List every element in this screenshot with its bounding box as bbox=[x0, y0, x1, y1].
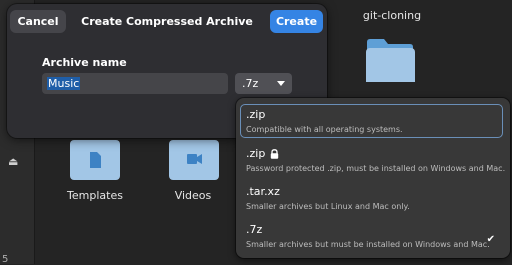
dialog-title: Create Compressed Archive bbox=[81, 15, 253, 28]
folder-icon bbox=[169, 140, 219, 180]
format-popover: .zip Compatible with all operating syste… bbox=[236, 98, 510, 258]
folder-icon bbox=[366, 39, 415, 82]
format-option-description: Compatible with all operating systems. bbox=[246, 125, 403, 134]
archive-name-label: Archive name bbox=[42, 56, 127, 69]
format-option-zip-encrypted[interactable]: .zip Password protected .zip, must be in… bbox=[240, 143, 506, 177]
format-option-description: Password protected .zip, must be install… bbox=[246, 164, 506, 173]
format-selected-label: .7z bbox=[242, 77, 259, 90]
format-option-zip[interactable]: .zip Compatible with all operating syste… bbox=[240, 104, 503, 138]
file-item-label: git-cloning bbox=[362, 9, 422, 22]
format-option-description: Smaller archives but must be installed o… bbox=[246, 240, 490, 249]
partial-sidebar-text: 5 bbox=[2, 254, 9, 265]
chevron-down-icon bbox=[277, 81, 285, 86]
format-option-tar-xz[interactable]: .tar.xz Smaller archives but Linux and M… bbox=[240, 181, 503, 215]
format-dropdown[interactable]: .7z bbox=[235, 73, 292, 94]
format-option-name: .tar.xz bbox=[246, 185, 280, 198]
eject-icon[interactable]: ⏏ bbox=[8, 155, 18, 168]
folder-icon bbox=[70, 140, 120, 180]
archive-name-value: Music bbox=[47, 77, 81, 90]
format-option-name: .zip bbox=[246, 147, 266, 160]
lock-icon bbox=[271, 148, 279, 159]
file-item-label: Videos bbox=[174, 189, 212, 202]
format-option-name: .zip bbox=[246, 108, 266, 121]
format-option-7z[interactable]: .7z Smaller archives but must be install… bbox=[240, 219, 503, 253]
file-item-label: Templates bbox=[67, 189, 123, 202]
format-option-description: Smaller archives but Linux and Mac only. bbox=[246, 202, 410, 211]
create-button[interactable]: Create bbox=[270, 10, 323, 33]
format-option-name: .7z bbox=[246, 223, 263, 236]
checkmark-icon: ✔ bbox=[486, 234, 495, 245]
archive-name-input[interactable]: Music bbox=[42, 73, 228, 94]
cancel-button[interactable]: Cancel bbox=[10, 10, 66, 33]
